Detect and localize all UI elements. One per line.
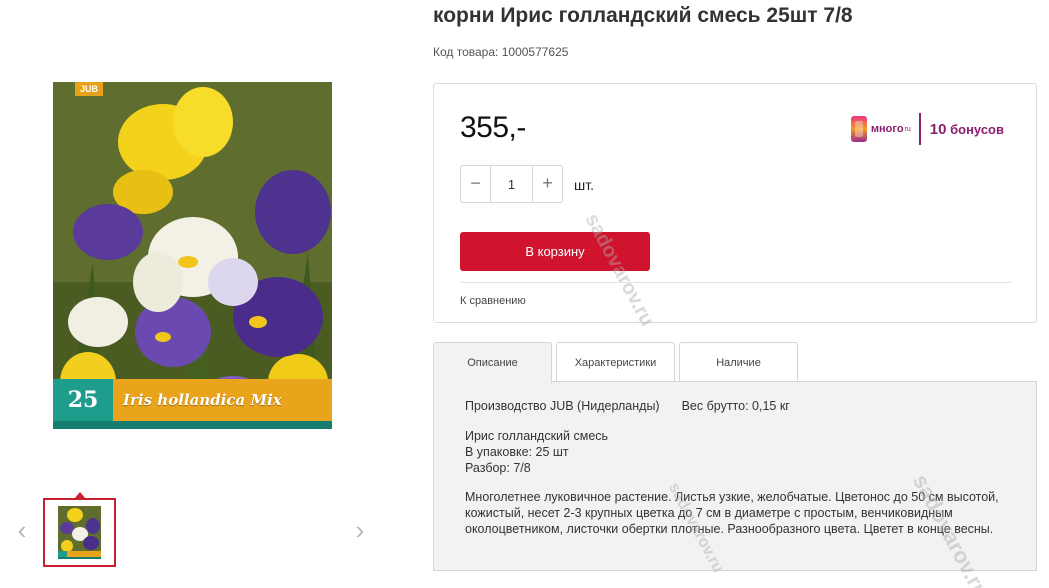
gallery-thumbnail[interactable] — [43, 498, 116, 567]
bonus-amount: 10 бонусов — [930, 121, 1004, 138]
product-tabs: Описание Характеристики Наличие — [433, 342, 802, 383]
pack-variety-name: Iris hollandica Mix — [123, 391, 282, 409]
divider — [460, 282, 1012, 283]
price: 355,- — [460, 111, 526, 144]
product-code-label: Код товара: — [433, 45, 499, 59]
bonus-label: бонусов — [950, 121, 1004, 137]
bonus-number: 10 — [929, 120, 947, 138]
quantity-decrement-button[interactable]: − — [461, 166, 490, 202]
quantity-input[interactable] — [490, 166, 533, 202]
bonus-info: много ru 10 бонусов — [850, 113, 1004, 145]
quantity-unit: шт. — [574, 177, 594, 193]
product-info: Ирис голландский смесь В упаковке: 25 шт… — [465, 428, 608, 476]
brand-tag: JUB — [75, 82, 103, 96]
quantity-stepper: − + — [460, 165, 563, 203]
pack-count: 25 — [53, 379, 113, 421]
product-code: Код товара: 1000577625 — [433, 45, 568, 59]
product-code-value: 1000577625 — [501, 45, 569, 59]
mnogo-logo-text: много — [870, 123, 904, 135]
chevron-right-icon[interactable]: › — [352, 517, 368, 543]
spec-summary: Производство JUB (Нидерланды) Вес брутто:… — [465, 399, 790, 413]
tab-description[interactable]: Описание — [433, 342, 552, 383]
bonus-divider — [918, 113, 921, 145]
buy-box: 355,- много ru 10 бонусов − + шт. В корз… — [433, 83, 1037, 323]
iris-photo — [53, 82, 332, 429]
mnogo-logo-domain: ru — [904, 125, 911, 133]
manufacturer: Производство JUB (Нидерланды) — [465, 399, 660, 413]
chevron-left-icon[interactable]: ‹ — [14, 517, 30, 543]
pack-quantity-line: В упаковке: 25 шт — [465, 445, 569, 459]
add-to-cart-button[interactable]: В корзину — [460, 232, 650, 271]
quantity-increment-button[interactable]: + — [533, 166, 562, 202]
pack-label-band: 25 Iris hollandica Mix — [53, 379, 332, 421]
mnogo-logo-icon — [850, 116, 867, 142]
gross-weight: Вес брутто: 0,15 кг — [681, 399, 790, 413]
product-description: Многолетнее луковичное растение. Листья … — [465, 490, 999, 536]
thumbnail-image — [58, 506, 101, 559]
pack-bottom-strip — [53, 421, 332, 429]
tab-availability[interactable]: Наличие — [679, 342, 798, 382]
tab-characteristics[interactable]: Характеристики — [556, 342, 675, 382]
product-name-line: Ирис голландский смесь — [465, 429, 609, 443]
product-title: корни Ирис голландский смесь 25шт 7/8 — [433, 4, 853, 27]
product-main-image[interactable]: JUB 25 Iris hollandica Mix — [53, 82, 332, 429]
description-panel: Производство JUB (Нидерланды) Вес брутто:… — [433, 381, 1037, 571]
add-to-compare-link[interactable]: К сравнению — [460, 295, 526, 307]
mnogo-logo: много ru — [850, 116, 911, 142]
bulb-grade-line: Разбор: 7/8 — [465, 461, 531, 475]
